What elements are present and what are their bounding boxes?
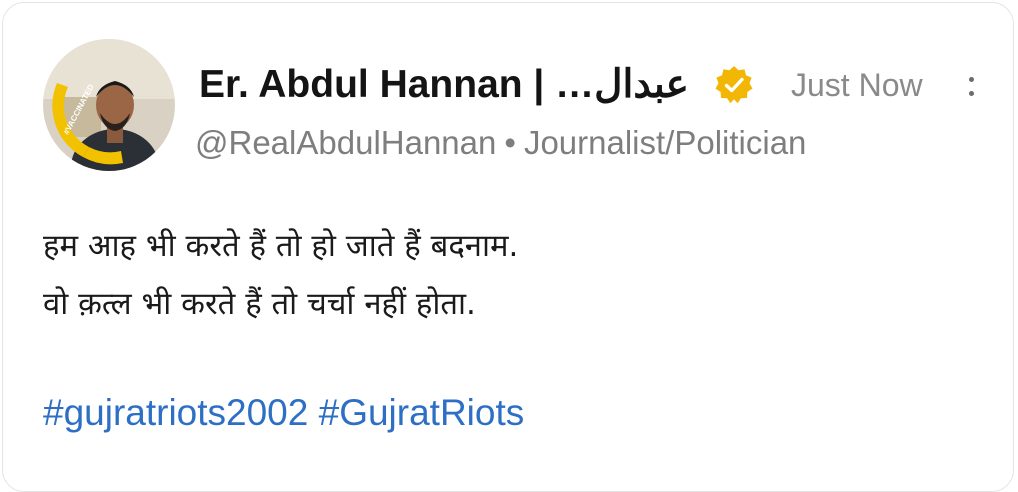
- post-hashtags: #gujratriots2002 #GujratRiots: [43, 387, 524, 439]
- more-dot: [968, 76, 974, 82]
- avatar-image: #VACCINATED: [43, 39, 175, 171]
- author-role: Journalist/Politician: [523, 124, 807, 161]
- hashtag-link[interactable]: #GujratRiots: [319, 392, 525, 433]
- post-header: Er. Abdul Hannan | …عبدال Just Now: [199, 59, 983, 115]
- post-body-line: हम आह भी करते हैं तो हो जाते हैं बदनाम.: [43, 228, 519, 264]
- avatar[interactable]: #VACCINATED: [43, 39, 175, 171]
- hashtag-link[interactable]: #gujratriots2002: [43, 392, 308, 433]
- post-body: हम आह भी करते हैं तो हो जाते हैं बदनाम. …: [43, 217, 518, 333]
- post-card: #VACCINATED Er. Abdul Hannan | …عبدال Ju…: [2, 2, 1014, 492]
- author-subline: @RealAbdulHannan • Journalist/Politician: [195, 121, 806, 165]
- more-vertical-icon[interactable]: [959, 69, 983, 103]
- post-body-line: वो क़त्ल भी करते हैं तो चर्चा नहीं होता.: [43, 286, 476, 322]
- more-dot: [968, 90, 974, 96]
- subline-separator: •: [504, 124, 516, 161]
- post-timestamp: Just Now: [791, 67, 923, 103]
- author-handle[interactable]: @RealAbdulHannan: [195, 124, 496, 161]
- verified-check-icon: [715, 66, 753, 104]
- author-display-name[interactable]: Er. Abdul Hannan | …عبدال: [199, 59, 689, 111]
